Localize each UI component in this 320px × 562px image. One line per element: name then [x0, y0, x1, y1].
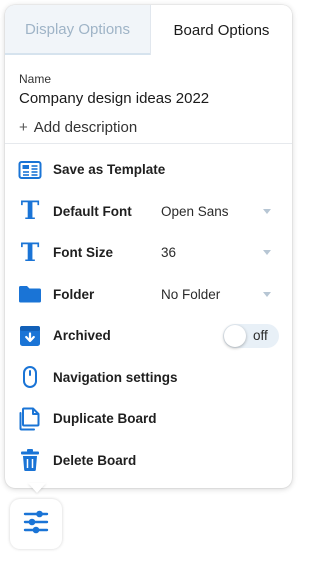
- trash-icon: [18, 448, 42, 472]
- folder-label: Folder: [53, 286, 95, 302]
- board-name-section: Name Company design ideas 2022 + Add desc…: [5, 55, 292, 144]
- folder-select[interactable]: Folder No Folder: [5, 274, 292, 316]
- font-size-icon: T: [20, 237, 40, 267]
- font-size-label: Font Size: [53, 245, 113, 261]
- navigation-settings-label: Navigation settings: [53, 369, 178, 385]
- chevron-down-icon: [263, 291, 271, 297]
- chevron-down-icon: [263, 250, 271, 255]
- name-label: Name: [19, 72, 52, 86]
- template-icon: [18, 158, 42, 182]
- board-name-field[interactable]: Company design ideas 2022: [19, 90, 278, 108]
- mouse-icon: [18, 365, 42, 389]
- board-options-popover: Display Options Board Options Name Compa…: [5, 5, 292, 488]
- options-list: Save as Template T Default Font Open San…: [5, 149, 292, 481]
- toggle-knob: [224, 325, 246, 347]
- sliders-icon: [23, 509, 49, 540]
- archived-toggle[interactable]: off: [223, 324, 279, 348]
- add-description-label: Add description: [33, 119, 138, 136]
- font-icon: T: [20, 196, 40, 226]
- font-size-select[interactable]: T Font Size 36: [5, 232, 292, 274]
- archived-item: Archived off: [5, 315, 292, 357]
- delete-board-item[interactable]: Delete Board: [5, 440, 292, 482]
- tab-bar: Display Options Board Options: [5, 5, 292, 55]
- save-as-template-label: Save as Template: [53, 162, 166, 178]
- folder-value: No Folder: [161, 286, 221, 302]
- save-as-template-item[interactable]: Save as Template: [5, 149, 292, 191]
- default-font-label: Default Font: [53, 203, 132, 219]
- duplicate-board-item[interactable]: Duplicate Board: [5, 398, 292, 440]
- add-description-link[interactable]: + Add description: [19, 119, 278, 137]
- archive-icon: [18, 324, 42, 348]
- duplicate-icon: [18, 407, 42, 431]
- tab-display-options[interactable]: Display Options: [5, 5, 150, 55]
- default-font-select[interactable]: T Default Font Open Sans: [5, 191, 292, 233]
- folder-icon: [18, 282, 42, 306]
- toggle-state-text: off: [253, 328, 268, 343]
- tab-board-options[interactable]: Board Options: [150, 5, 292, 55]
- delete-board-label: Delete Board: [53, 452, 137, 468]
- archived-label: Archived: [53, 328, 111, 344]
- navigation-settings-item[interactable]: Navigation settings: [5, 357, 292, 399]
- popover-pointer: [28, 483, 46, 493]
- duplicate-board-label: Duplicate Board: [53, 411, 157, 427]
- plus-icon: +: [19, 119, 28, 136]
- chevron-down-icon: [263, 208, 271, 214]
- screen: Display Options Board Options Name Compa…: [0, 0, 300, 562]
- font-size-value: 36: [161, 245, 177, 261]
- board-settings-button[interactable]: [10, 499, 62, 549]
- default-font-value: Open Sans: [161, 203, 229, 219]
